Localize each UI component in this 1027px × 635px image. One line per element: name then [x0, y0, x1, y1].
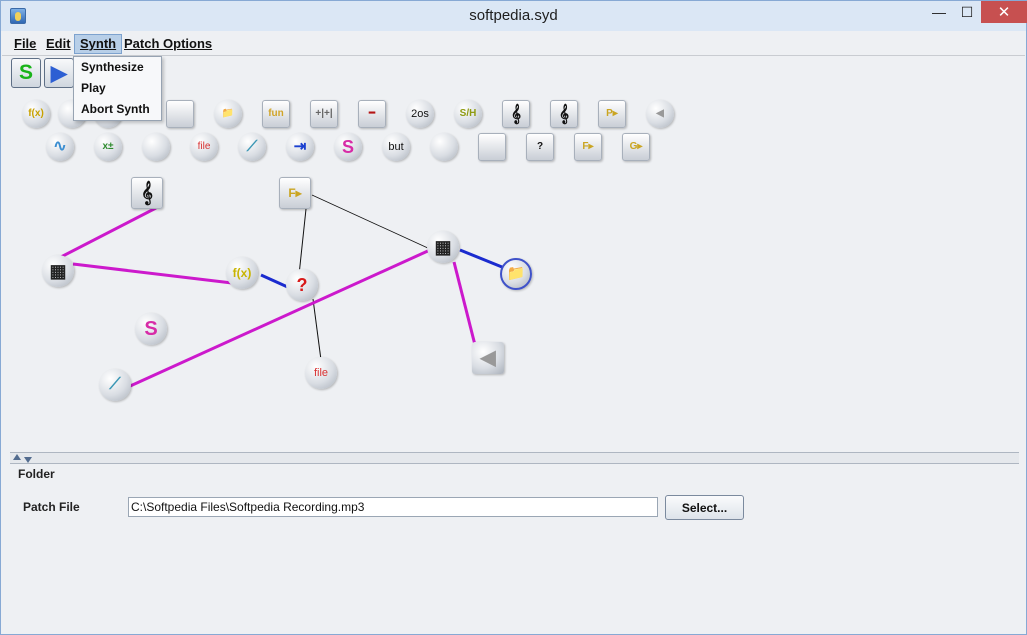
split-pane-divider[interactable]	[10, 452, 1019, 464]
wire-piano-to-speaker	[452, 261, 478, 350]
collapse-up-icon[interactable]	[13, 454, 21, 460]
menu-patch-options[interactable]: Patch Options	[119, 34, 217, 54]
envelope-node[interactable]: ⟋	[99, 369, 131, 401]
collapse-down-icon[interactable]	[24, 457, 32, 463]
function-node[interactable]: f(x)	[226, 257, 258, 289]
menu-item-play[interactable]: Play	[74, 78, 161, 99]
menu-item-abort-synth[interactable]: Abort Synth	[74, 99, 161, 120]
piano-node-left[interactable]: ▦	[42, 255, 74, 287]
file-node[interactable]: file	[305, 357, 337, 389]
properties-section-title: Folder	[18, 467, 55, 481]
wire-fout-to-piano	[311, 194, 431, 250]
window-title: softpedia.syd	[469, 7, 558, 24]
wire-score-to-piano	[56, 206, 157, 261]
menu-synth[interactable]: Synth	[74, 34, 123, 54]
title-bar[interactable]: softpedia.syd — ☐ ✕	[1, 1, 1027, 31]
piano-node-right[interactable]: ▦	[427, 231, 459, 263]
menu-bar: File Edit Synth Patch Options	[2, 32, 1025, 56]
menu-file[interactable]: File	[9, 34, 41, 54]
synth-node[interactable]: S	[135, 313, 167, 345]
file-output-node[interactable]: F▸	[279, 177, 311, 209]
minimize-button[interactable]: —	[925, 1, 953, 23]
select-file-button[interactable]: Select...	[665, 495, 744, 520]
speaker-node[interactable]: ◀	[472, 342, 504, 374]
random-node[interactable]: ?	[286, 269, 318, 301]
app-window: softpedia.syd — ☐ ✕ File Edit Synth Patc…	[0, 0, 1027, 635]
patch-file-input[interactable]	[128, 497, 658, 517]
synth-menu-dropdown: Synthesize Play Abort Synth	[73, 56, 162, 121]
close-button[interactable]: ✕	[981, 1, 1027, 23]
wire-random-to-file	[312, 298, 322, 361]
wire-piano-to-function	[72, 262, 233, 285]
maximize-button[interactable]: ☐	[953, 1, 981, 23]
menu-item-synthesize[interactable]: Synthesize	[74, 57, 161, 78]
menu-edit[interactable]: Edit	[41, 34, 76, 54]
wire-fout-to-random	[298, 208, 307, 276]
wire-piano-to-folder	[459, 248, 503, 269]
properties-panel: Folder Patch File Select...	[10, 464, 1019, 628]
score-node[interactable]: 𝄞	[131, 177, 163, 209]
patch-file-label: Patch File	[23, 500, 80, 514]
folder-node[interactable]: 📁	[500, 258, 532, 290]
wire-piano-to-envelope	[127, 248, 431, 389]
